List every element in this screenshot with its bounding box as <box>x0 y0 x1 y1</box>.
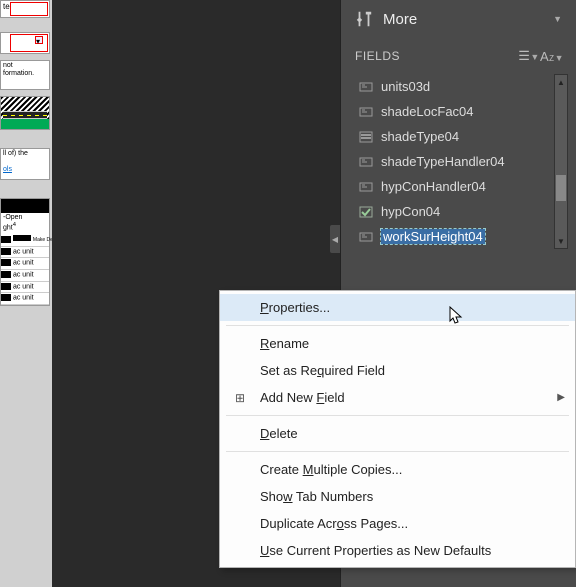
scroll-up-icon[interactable]: ▲ <box>555 75 567 89</box>
menu-item-delete[interactable]: Delete <box>220 420 575 447</box>
fragment-text: not <box>3 62 47 70</box>
submenu-arrow-icon: ▶ <box>557 392 565 403</box>
menu-item-use-current-properties-as-new-defaults[interactable]: Use Current Properties as New Defaults <box>220 537 575 564</box>
fragment-text: ll of) the <box>3 150 47 158</box>
fragment-text: -Open <box>3 214 22 221</box>
menu-item-create-multiple-copies[interactable]: Create Multiple Copies... <box>220 456 575 483</box>
panel-header-more[interactable]: More ▼ <box>341 0 576 42</box>
more-label: More <box>383 11 543 28</box>
field-type-text-icon <box>359 231 373 243</box>
fields-scrollbar[interactable]: ▲ ▼ <box>554 74 568 249</box>
road-diagram-thumb <box>0 96 50 130</box>
field-type-text-icon <box>359 181 373 193</box>
sort-az-icon[interactable]: AZ▼ <box>540 49 562 64</box>
view-options-icon[interactable]: ☰▼ <box>518 48 540 64</box>
scroll-down-icon[interactable]: ▼ <box>555 234 567 248</box>
field-name-label: shadeType04 <box>381 129 459 144</box>
field-type-checkbox-icon <box>359 206 373 218</box>
fragment-text: te <box>3 2 10 11</box>
field-item-hypCon04[interactable]: hypCon04 <box>355 199 550 224</box>
field-item-workSurHeight04[interactable]: workSurHeight04 <box>355 224 550 249</box>
field-item-shadeType04[interactable]: shadeType04 <box>355 124 550 149</box>
list-item: ac unit <box>13 260 34 267</box>
field-item-shadeLocFac04[interactable]: shadeLocFac04 <box>355 99 550 124</box>
field-item-units03d[interactable]: units03d <box>355 74 550 99</box>
menu-item-show-tab-numbers[interactable]: Show Tab Numbers <box>220 483 575 510</box>
menu-item-label: Set as Required Field <box>260 363 385 378</box>
field-type-text-icon <box>359 106 373 118</box>
menu-item-duplicate-across-pages[interactable]: Duplicate Across Pages... <box>220 510 575 537</box>
panel-collapse-handle[interactable]: ◀ <box>330 225 340 253</box>
menu-item-label: Delete <box>260 426 298 441</box>
menu-item-label: Rename <box>260 336 309 351</box>
fragment-link[interactable]: ols <box>3 166 12 173</box>
scrollbar-thumb[interactable] <box>556 175 566 201</box>
field-name-label: workSurHeight04 <box>381 229 485 244</box>
field-type-text-icon <box>359 81 373 93</box>
menu-item-label: Duplicate Across Pages... <box>260 516 408 531</box>
menu-separator <box>226 451 569 452</box>
menu-item-label: Show Tab Numbers <box>260 489 373 504</box>
field-name-label: hypCon04 <box>381 204 440 219</box>
field-item-hypConHandler04[interactable]: hypConHandler04 <box>355 174 550 199</box>
preview-fragment: ▾ <box>0 32 50 54</box>
add-field-icon: ⊞ <box>232 390 248 406</box>
list-item: ac unit <box>13 295 34 302</box>
tools-icon <box>355 10 373 28</box>
fields-section-header: FIELDS ☰▼ AZ▼ <box>341 42 576 70</box>
field-item-shadeTypeHandler04[interactable]: shadeTypeHandler04 <box>355 149 550 174</box>
preview-fragment: te <box>0 0 50 18</box>
document-preview-strip: te ▾ not formation. ll of) the ols -Open… <box>0 0 52 587</box>
menu-item-label: Add New Field <box>260 390 345 405</box>
fragment-text: formation. <box>3 70 47 78</box>
field-name-label: shadeLocFac04 <box>381 104 474 119</box>
list-item: ac unit <box>13 283 34 290</box>
field-context-menu: Properties... Rename Set as Required Field… <box>219 290 576 568</box>
field-type-text-icon <box>359 156 373 168</box>
field-list: units03d shadeLocFac04 shadeType04 shadeTyp… <box>355 74 568 249</box>
menu-item-properties[interactable]: Properties... <box>220 294 575 321</box>
menu-item-set-as-required-field[interactable]: Set as Required Field <box>220 357 575 384</box>
chevron-down-icon: ▼ <box>553 14 562 24</box>
menu-separator <box>226 415 569 416</box>
menu-separator <box>226 325 569 326</box>
field-name-label: shadeTypeHandler04 <box>381 154 505 169</box>
preview-fragment: ll of) the ols <box>0 148 50 180</box>
field-name-label: units03d <box>381 79 430 94</box>
field-name-label: hypConHandler04 <box>381 179 486 194</box>
menu-item-label: Create Multiple Copies... <box>260 462 402 477</box>
preview-fragment: not formation. <box>0 60 50 90</box>
menu-item-label: Properties... <box>260 300 330 315</box>
menu-item-rename[interactable]: Rename <box>220 330 575 357</box>
list-item: ac unit <box>13 248 34 255</box>
field-type-dropdown-icon <box>359 131 373 143</box>
menu-item-add-new-field[interactable]: ⊞ Add New Field ▶ <box>220 384 575 411</box>
preview-fragment: -Open ght4 Make Default ac unit ac unit … <box>0 198 50 306</box>
fragment-text: ght <box>3 225 13 232</box>
fields-label: FIELDS <box>355 49 400 63</box>
list-item: ac unit <box>13 271 34 278</box>
dropdown-icon: ▾ <box>35 36 43 44</box>
menu-item-label: Use Current Properties as New Defaults <box>260 543 491 558</box>
